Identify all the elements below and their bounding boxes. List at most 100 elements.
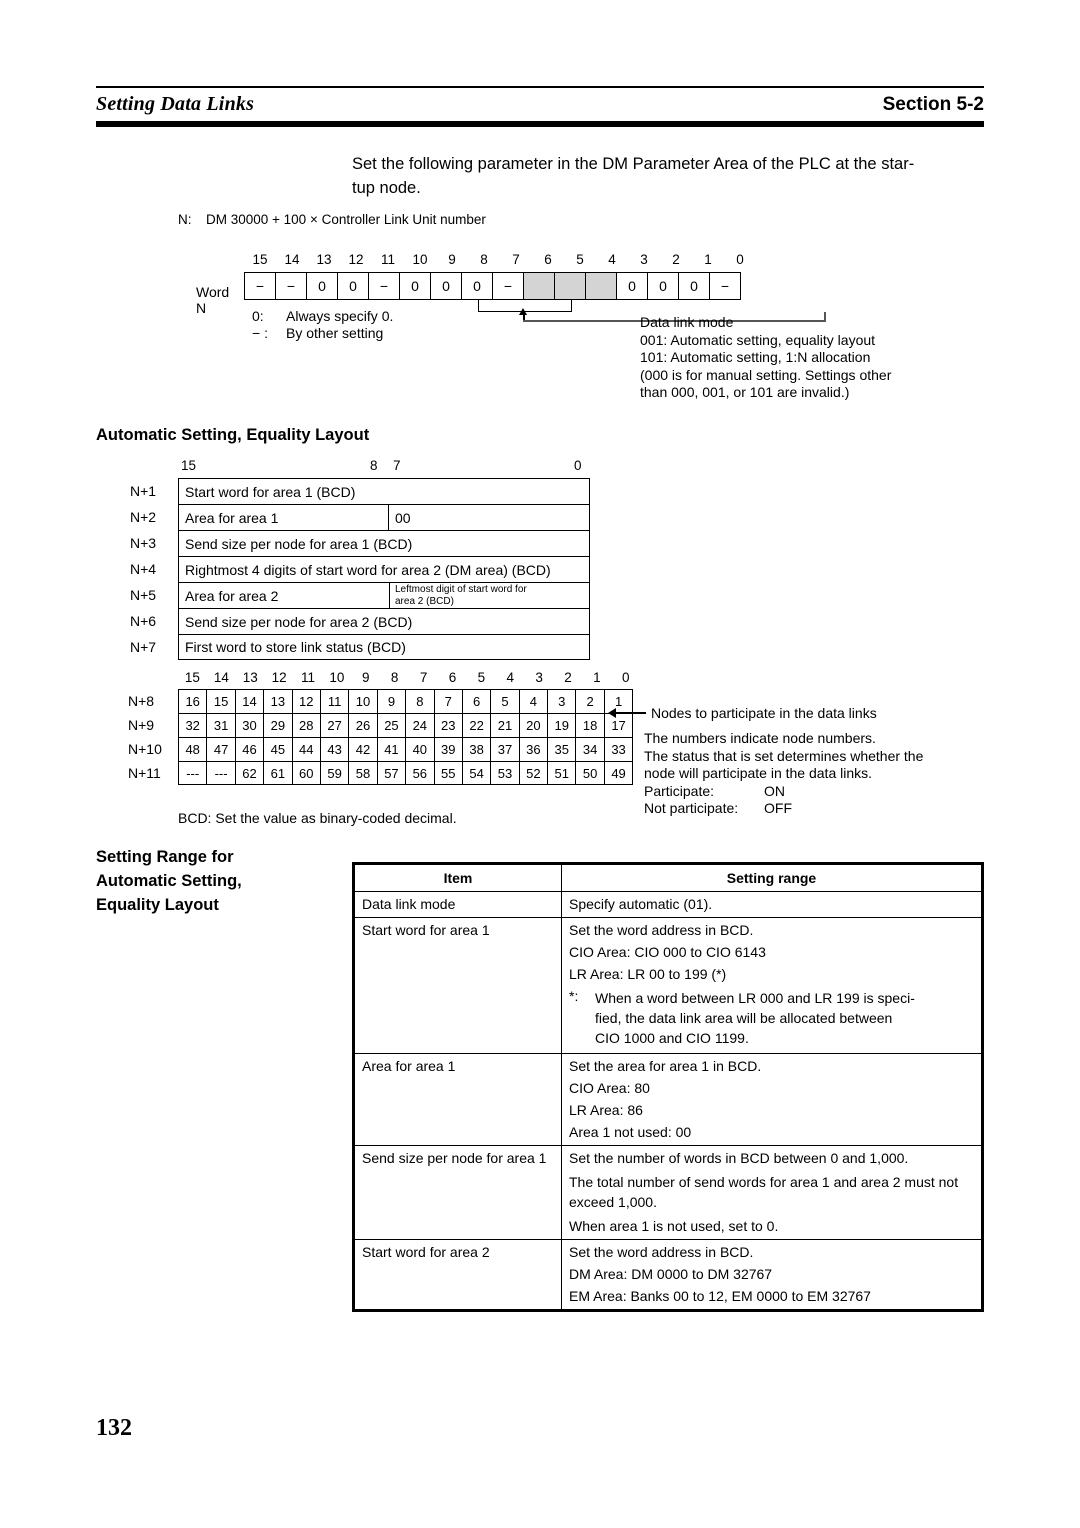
bit-cell: − (369, 273, 400, 299)
setting-line: DM Area: DM 0000 to DM 32767 (569, 1266, 773, 1282)
word-index-label: N+4 (130, 561, 157, 577)
node-callout-body: The numbers indicate node numbers. The s… (644, 730, 923, 818)
cell-item: Start word for area 2 (354, 1239, 562, 1310)
word-table-row: N+6 Send size per node for area 2 (BCD) (128, 608, 590, 634)
word-index-label: N+5 (130, 587, 157, 603)
bit-number: 3 (535, 670, 543, 685)
node-cell: 51 (548, 762, 577, 784)
footnote-line: fied, the data link area will be allocat… (595, 1010, 893, 1026)
callout-line: node will participate in the data links. (644, 765, 873, 781)
page-number: 132 (96, 1415, 132, 1441)
bit-cell: − (245, 273, 276, 299)
cell-setting-range: Set the number of words in BCD between 0… (561, 1145, 982, 1240)
word-row-right-text: 00 (395, 509, 411, 526)
node-cell: 31 (207, 714, 236, 737)
word-row-text: Rightmost 4 digits of start word for are… (185, 561, 551, 578)
bit-number: 11 (301, 670, 316, 685)
node-cell: 4 (520, 690, 549, 713)
node-cell: 26 (349, 714, 378, 737)
node-cell: 23 (435, 714, 463, 737)
bit-cell-shaded (555, 273, 586, 299)
word-table-dashed-divider (388, 556, 590, 557)
word-row-left-text: Area for area 2 (185, 587, 279, 604)
bit-number: 6 (544, 252, 552, 267)
bcd-footnote: BCD: Set the value as binary-coded decim… (178, 810, 457, 826)
word-row-text: Send size per node for area 1 (BCD) (185, 535, 413, 552)
cell-setting-range: Set the word address in BCD. DM Area: DM… (561, 1239, 982, 1310)
table-row: Area for area 1 Set the area for area 1 … (354, 1053, 982, 1146)
setting-line: Set the word address in BCD. (569, 1244, 754, 1260)
bit-number: 15 (252, 252, 268, 267)
node-cell: 19 (548, 714, 577, 737)
n-definition: N: DM 30000 + 100 × Controller Link Unit … (178, 212, 486, 227)
table-row: Data link mode Specify automatic (01). (354, 891, 982, 918)
node-cell: 43 (321, 738, 350, 761)
bit-number: 8 (390, 670, 399, 685)
node-cell: 13 (264, 690, 293, 713)
node-cell: 57 (378, 762, 407, 784)
node-index-label: N+9 (128, 717, 155, 733)
participate-row: Participate: ON (644, 783, 923, 801)
column-header-setting-range: Setting range (561, 864, 982, 892)
node-row-cells: --- --- 62 61 60 59 58 57 56 55 54 53 52… (178, 761, 634, 785)
participate-value: ON (764, 782, 785, 799)
subtitle-automatic-setting: Automatic Setting, Equality Layout (96, 426, 370, 444)
node-cell: 2 (576, 690, 605, 713)
node-cell: --- (207, 762, 236, 784)
bit-number: 13 (316, 252, 332, 267)
legend-key: 0: (252, 308, 264, 324)
setting-line: When area 1 is not used, set to 0. (569, 1218, 779, 1234)
word-index-label: N+2 (130, 509, 157, 525)
node-cell: 42 (349, 738, 378, 761)
word-row-box: Rightmost 4 digits of start word for are… (178, 556, 590, 582)
node-row-cells: 32 31 30 29 28 27 26 25 24 23 22 21 20 1… (178, 713, 634, 737)
bit-number: 14 (284, 252, 300, 267)
bit-number: 4 (506, 670, 514, 685)
node-cell: 22 (463, 714, 492, 737)
cell-item: Data link mode (354, 891, 562, 918)
legend-text: By other setting (286, 325, 384, 341)
node-cell: 45 (264, 738, 293, 761)
note-line: Leftmost digit of start word for (395, 584, 527, 595)
word-row-text: Start word for area 1 (BCD) (185, 483, 356, 500)
node-cell: 49 (611, 765, 626, 781)
setting-line: Set the word address in BCD. (569, 922, 754, 938)
node-table-row: N+10 48 47 46 45 44 43 42 41 40 39 38 37… (128, 737, 634, 761)
node-table-row: N+9 32 31 30 29 28 27 26 25 24 23 22 21 … (128, 713, 634, 737)
word-table-row: N+1 Start word for area 1 (BCD) (128, 478, 590, 504)
word-n-bit-cells: − − 0 0 − 0 0 0 − 0 0 0 − (244, 272, 741, 300)
scale-bit-15: 15 (181, 458, 197, 473)
header-row: Setting Data Links Section 5-2 (96, 88, 984, 119)
cell-item: Send size per node for area 1 (354, 1145, 562, 1240)
callout-line: 001: Automatic setting, equality layout (640, 331, 876, 348)
word-row-right-note: Leftmost digit of start word for area 2 … (389, 583, 589, 608)
node-cell: 59 (321, 762, 350, 784)
bit-number: 10 (412, 252, 428, 267)
bit-number: 12 (271, 670, 287, 685)
data-link-mode-callout: Data link mode 001: Automatic setting, e… (640, 314, 891, 402)
bit-number: 7 (512, 252, 520, 267)
word-table-rows: N+1 Start word for area 1 (BCD) N+2 Area… (128, 478, 590, 660)
node-cell: 11 (321, 690, 350, 713)
word-table-bit-scale: 15 8 7 0 (178, 458, 590, 476)
setting-line: CIO Area: CIO 000 to CIO 6143 (569, 944, 766, 960)
word-row-left-text: Area for area 1 (179, 505, 389, 530)
node-cell: 53 (491, 762, 520, 784)
node-cell: 5 (491, 690, 520, 713)
bit-number: 2 (672, 252, 680, 267)
node-cell: 36 (520, 738, 549, 761)
node-cell: 16 (179, 690, 208, 713)
word-row-box: Send size per node for area 1 (BCD) (178, 530, 590, 556)
side-heading-line: Automatic Setting, (96, 872, 242, 890)
word-row-box: Area for area 1 00 (178, 504, 590, 530)
n-definition-label: N: (178, 212, 192, 227)
word-row-box: Send size per node for area 2 (BCD) (178, 608, 590, 634)
word-table-row: N+5 Area for area 2 Leftmost digit of st… (128, 582, 590, 608)
node-table-row: N+8 16 15 14 13 12 11 10 9 8 7 6 5 4 3 2… (128, 689, 634, 713)
node-cell: 28 (293, 714, 321, 737)
cell-setting-range: Set the area for area 1 in BCD. CIO Area… (561, 1053, 982, 1146)
bit-cell: − (276, 273, 307, 299)
bit-number: 8 (480, 252, 488, 267)
footnote-text: When a word between LR 000 and LR 199 is… (595, 988, 974, 1048)
table-header-row: Item Setting range (354, 864, 982, 892)
